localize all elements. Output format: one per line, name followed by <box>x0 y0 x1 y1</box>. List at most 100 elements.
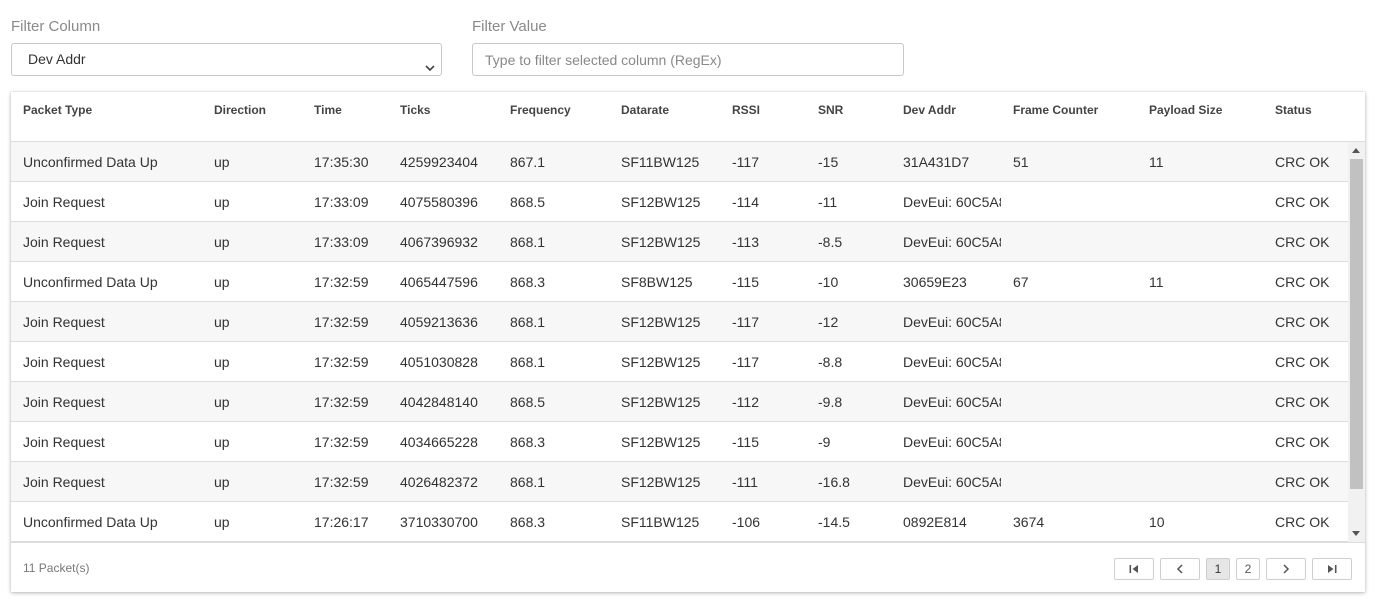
first-page-button[interactable] <box>1114 558 1154 580</box>
cell-snr: -9.8 <box>818 394 843 410</box>
column-header-direction[interactable]: Direction <box>214 103 266 117</box>
page-1-button[interactable]: 1 <box>1206 558 1230 580</box>
cell-frequency: 868.1 <box>510 234 546 250</box>
cell-direction: up <box>214 434 230 450</box>
cell-time: 17:32:59 <box>314 474 369 490</box>
cell-time: 17:32:59 <box>314 434 369 450</box>
cell-packet-type: Unconfirmed Data Up <box>23 274 158 290</box>
filter-column-select[interactable]: Dev Addr <box>11 43 442 76</box>
table-scrollbar[interactable] <box>1348 142 1365 542</box>
cell-datarate: SF12BW125 <box>621 394 701 410</box>
cell-rssi: -106 <box>732 514 761 530</box>
cell-packet-type: Join Request <box>23 314 105 330</box>
table-row[interactable]: Join Request up 17:32:59 4034665228 868.3 SF1… <box>11 422 1348 462</box>
table-row[interactable]: Unconfirmed Data Up up 17:32:59 4065447596 8… <box>11 262 1348 302</box>
packet-table: Packet Type Direction Time Ticks Frequen… <box>11 92 1365 592</box>
cell-frequency: 868.3 <box>510 274 546 290</box>
table-row[interactable]: Join Request up 17:32:59 4051030828 868.1 SF1… <box>11 342 1348 382</box>
cell-payload-size: 11 <box>1149 154 1164 170</box>
table-row[interactable]: Join Request up 17:33:09 4075580396 868.5 SF1… <box>11 182 1348 222</box>
previous-page-button[interactable] <box>1160 558 1200 580</box>
page-2-button[interactable]: 2 <box>1236 558 1260 580</box>
cell-datarate: SF8BW125 <box>621 274 693 290</box>
cell-rssi: -111 <box>732 474 758 490</box>
column-header-snr[interactable]: SNR <box>818 103 843 117</box>
cell-direction: up <box>214 234 230 250</box>
column-header-frequency[interactable]: Frequency <box>510 103 571 117</box>
cell-dev-addr: DevEui: 60C5A8 <box>903 434 1001 450</box>
cell-ticks: 4026482372 <box>400 474 478 490</box>
cell-dev-addr: 30659E23 <box>903 274 967 290</box>
filter-value-input[interactable] <box>472 43 904 76</box>
cell-ticks: 3710330700 <box>400 514 478 530</box>
filter-column-value: Dev Addr <box>28 51 86 67</box>
cell-frequency: 868.5 <box>510 394 546 410</box>
column-header-packet-type[interactable]: Packet Type <box>23 103 92 117</box>
table-row[interactable]: Unconfirmed Data Up up 17:26:17 3710330700 8… <box>11 502 1348 542</box>
column-header-frame-counter[interactable]: Frame Counter <box>1013 103 1098 117</box>
cell-payload-size: 11 <box>1149 274 1164 290</box>
column-header-time[interactable]: Time <box>314 103 342 117</box>
column-header-dev-addr[interactable]: Dev Addr <box>903 103 956 117</box>
cell-direction: up <box>214 394 230 410</box>
filter-column-label: Filter Column <box>11 18 101 35</box>
cell-packet-type: Join Request <box>23 434 105 450</box>
cell-packet-type: Join Request <box>23 194 105 210</box>
cell-status: CRC OK <box>1275 354 1330 370</box>
last-page-button[interactable] <box>1312 558 1352 580</box>
cell-packet-type: Join Request <box>23 234 105 250</box>
column-header-datarate[interactable]: Datarate <box>621 103 669 117</box>
cell-rssi: -115 <box>732 274 759 290</box>
cell-direction: up <box>214 194 230 210</box>
cell-direction: up <box>214 474 230 490</box>
cell-time: 17:35:30 <box>314 154 369 170</box>
cell-ticks: 4065447596 <box>400 274 478 290</box>
cell-packet-type: Unconfirmed Data Up <box>23 154 158 170</box>
cell-rssi: -117 <box>732 154 759 170</box>
cell-frequency: 868.1 <box>510 354 546 370</box>
next-page-button[interactable] <box>1266 558 1306 580</box>
cell-snr: -15 <box>818 154 839 170</box>
column-header-ticks[interactable]: Ticks <box>400 103 430 117</box>
cell-frequency: 868.1 <box>510 314 546 330</box>
cell-dev-addr: DevEui: 60C5A8 <box>903 474 1001 490</box>
cell-ticks: 4051030828 <box>400 354 478 370</box>
column-header-payload-size[interactable]: Payload Size <box>1149 103 1222 117</box>
cell-snr: -14.5 <box>818 514 850 530</box>
chevron-down-icon <box>424 54 436 72</box>
cell-ticks: 4042848140 <box>400 394 478 410</box>
cell-direction: up <box>214 154 230 170</box>
table-row[interactable]: Join Request up 17:32:59 4042848140 868.5 SF1… <box>11 382 1348 422</box>
table-row[interactable]: Join Request up 17:32:59 4026482372 868.1 SF1… <box>11 462 1348 502</box>
table-row[interactable]: Join Request up 17:32:59 4059213636 868.1 SF1… <box>11 302 1348 342</box>
cell-dev-addr: DevEui: 60C5A8 <box>903 194 1001 210</box>
table-row[interactable]: Unconfirmed Data Up up 17:35:30 4259923404 8… <box>11 142 1348 182</box>
column-header-status[interactable]: Status <box>1275 103 1312 117</box>
cell-direction: up <box>214 314 230 330</box>
cell-dev-addr: DevEui: 60C5A8 <box>903 354 1001 370</box>
cell-time: 17:33:09 <box>314 194 369 210</box>
scrollbar-thumb[interactable] <box>1350 159 1363 489</box>
column-header-rssi[interactable]: RSSI <box>732 103 760 117</box>
cell-snr: -12 <box>818 314 839 330</box>
cell-frequency: 868.1 <box>510 474 546 490</box>
cell-direction: up <box>214 354 230 370</box>
cell-datarate: SF12BW125 <box>621 314 701 330</box>
cell-status: CRC OK <box>1275 314 1330 330</box>
table-body: Unconfirmed Data Up up 17:35:30 4259923404 8… <box>11 142 1348 542</box>
cell-dev-addr: 0892E814 <box>903 514 967 530</box>
table-row[interactable]: Join Request up 17:33:09 4067396932 868.1 SF1… <box>11 222 1348 262</box>
cell-time: 17:32:59 <box>314 314 369 330</box>
cell-snr: -8.8 <box>818 354 843 370</box>
cell-time: 17:32:59 <box>314 394 369 410</box>
cell-rssi: -114 <box>732 194 759 210</box>
cell-time: 17:32:59 <box>314 354 369 370</box>
scroll-up-icon[interactable] <box>1352 148 1360 153</box>
next-page-icon <box>1283 564 1290 574</box>
previous-page-icon <box>1176 564 1183 574</box>
cell-snr: -10 <box>818 274 839 290</box>
cell-status: CRC OK <box>1275 394 1330 410</box>
cell-status: CRC OK <box>1275 514 1330 530</box>
cell-datarate: SF12BW125 <box>621 234 701 250</box>
scroll-down-icon[interactable] <box>1352 531 1360 536</box>
